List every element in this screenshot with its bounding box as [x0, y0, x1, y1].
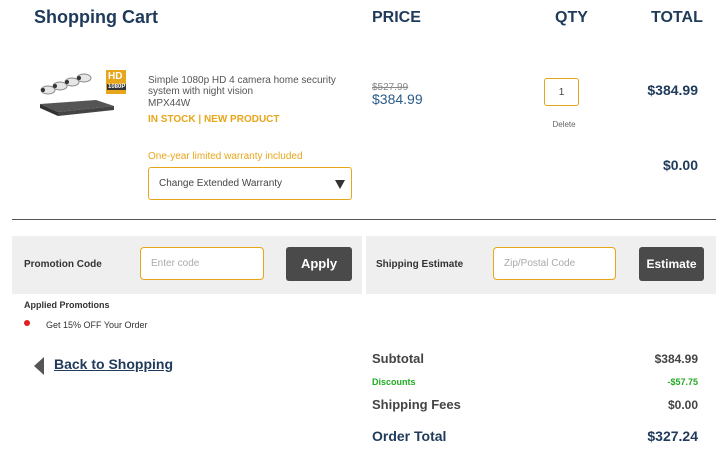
shipping-panel: Shipping Estimate Zip/Postal Code Estima… [366, 236, 716, 294]
dropdown-arrow-icon [335, 180, 345, 189]
hd-badge: HD [108, 71, 123, 82]
discounts-label: Discounts [372, 377, 416, 387]
subtotal-label: Subtotal [372, 351, 424, 366]
hd-badge-sub: 1080P [107, 84, 127, 90]
qty-column-header: QTY [555, 9, 588, 26]
shipping-fees-value: $0.00 [667, 398, 698, 412]
delete-link[interactable]: Delete [544, 120, 584, 129]
stock-status: IN STOCK | NEW PRODUCT [148, 114, 280, 125]
line-total: $384.99 [647, 82, 698, 98]
estimate-button[interactable]: Estimate [639, 247, 704, 281]
shipping-fees-label: Shipping Fees [372, 397, 461, 412]
subtotal-value: $384.99 [654, 352, 698, 366]
shipping-estimate-label: Shipping Estimate [376, 259, 464, 270]
page-title: Shopping Cart [34, 7, 158, 27]
warranty-total: $0.00 [662, 157, 698, 173]
applied-promotions-label: Applied Promotions [24, 300, 110, 310]
zip-code-input[interactable]: Zip/Postal Code [493, 247, 616, 280]
discounts-value: -$57.75 [667, 377, 698, 387]
price-column-header: PRICE [372, 9, 421, 26]
order-total-label: Order Total [372, 428, 447, 444]
promotion-code-label: Promotion Code [24, 259, 102, 270]
total-column-header: TOTAL [651, 9, 703, 26]
applied-promotion-item: Get 15% OFF Your Order [46, 320, 148, 330]
divider [12, 219, 716, 220]
back-to-shopping-link[interactable]: Back to Shopping [54, 356, 173, 372]
order-total-value: $327.24 [647, 428, 698, 444]
product-image[interactable]: HD 1080P [36, 66, 132, 118]
product-description[interactable]: Simple 1080p HD 4 camera home security s… [148, 75, 348, 97]
bullet-icon [24, 320, 30, 326]
back-arrow-icon[interactable] [34, 357, 44, 375]
warranty-label: One-year limited warranty included [148, 151, 303, 162]
warranty-select[interactable]: Change Extended Warranty [148, 167, 352, 200]
apply-button[interactable]: Apply [286, 247, 352, 281]
product-sku: MPX44W [148, 98, 191, 109]
sale-price: $384.99 [372, 91, 423, 107]
promotion-panel: Promotion Code Enter code Apply [12, 236, 362, 294]
warranty-select-value: Change Extended Warranty [159, 178, 283, 189]
promotion-code-input[interactable]: Enter code [140, 247, 264, 280]
quantity-input[interactable]: 1 [544, 78, 579, 106]
